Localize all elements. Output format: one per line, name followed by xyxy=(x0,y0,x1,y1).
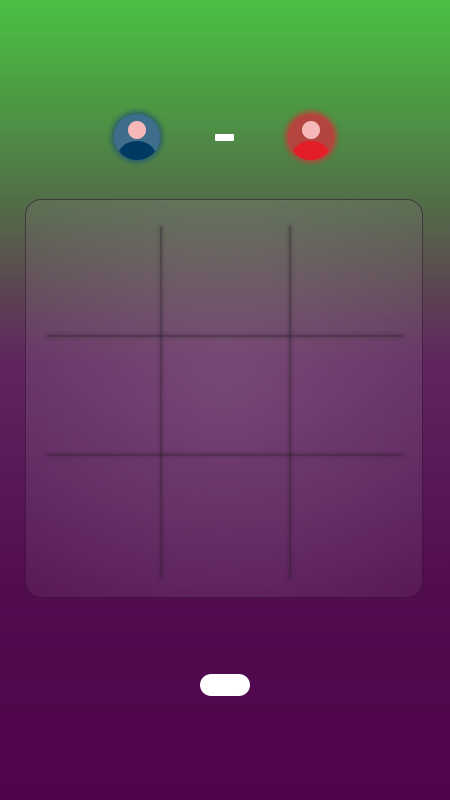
board-cell-5[interactable] xyxy=(166,339,284,457)
board-cell-3[interactable] xyxy=(295,217,413,335)
person-avatar-icon xyxy=(292,121,330,160)
player-one-avatar xyxy=(114,114,160,160)
grid-line-horizontal xyxy=(47,335,403,337)
score-separator xyxy=(215,134,234,141)
board-cell-7[interactable] xyxy=(43,458,161,576)
scoreboard xyxy=(0,114,450,162)
board-cell-1[interactable] xyxy=(43,217,161,335)
player-two-avatar xyxy=(288,114,334,160)
action-button[interactable] xyxy=(200,674,250,696)
person-avatar-icon xyxy=(118,121,156,160)
grid-line-vertical xyxy=(289,226,291,578)
board-cell-6[interactable] xyxy=(295,339,413,457)
board-cell-2[interactable] xyxy=(166,217,284,335)
board-cell-8[interactable] xyxy=(166,458,284,576)
board-cell-9[interactable] xyxy=(295,458,413,576)
game-board xyxy=(25,199,423,598)
board-cell-4[interactable] xyxy=(43,339,161,457)
